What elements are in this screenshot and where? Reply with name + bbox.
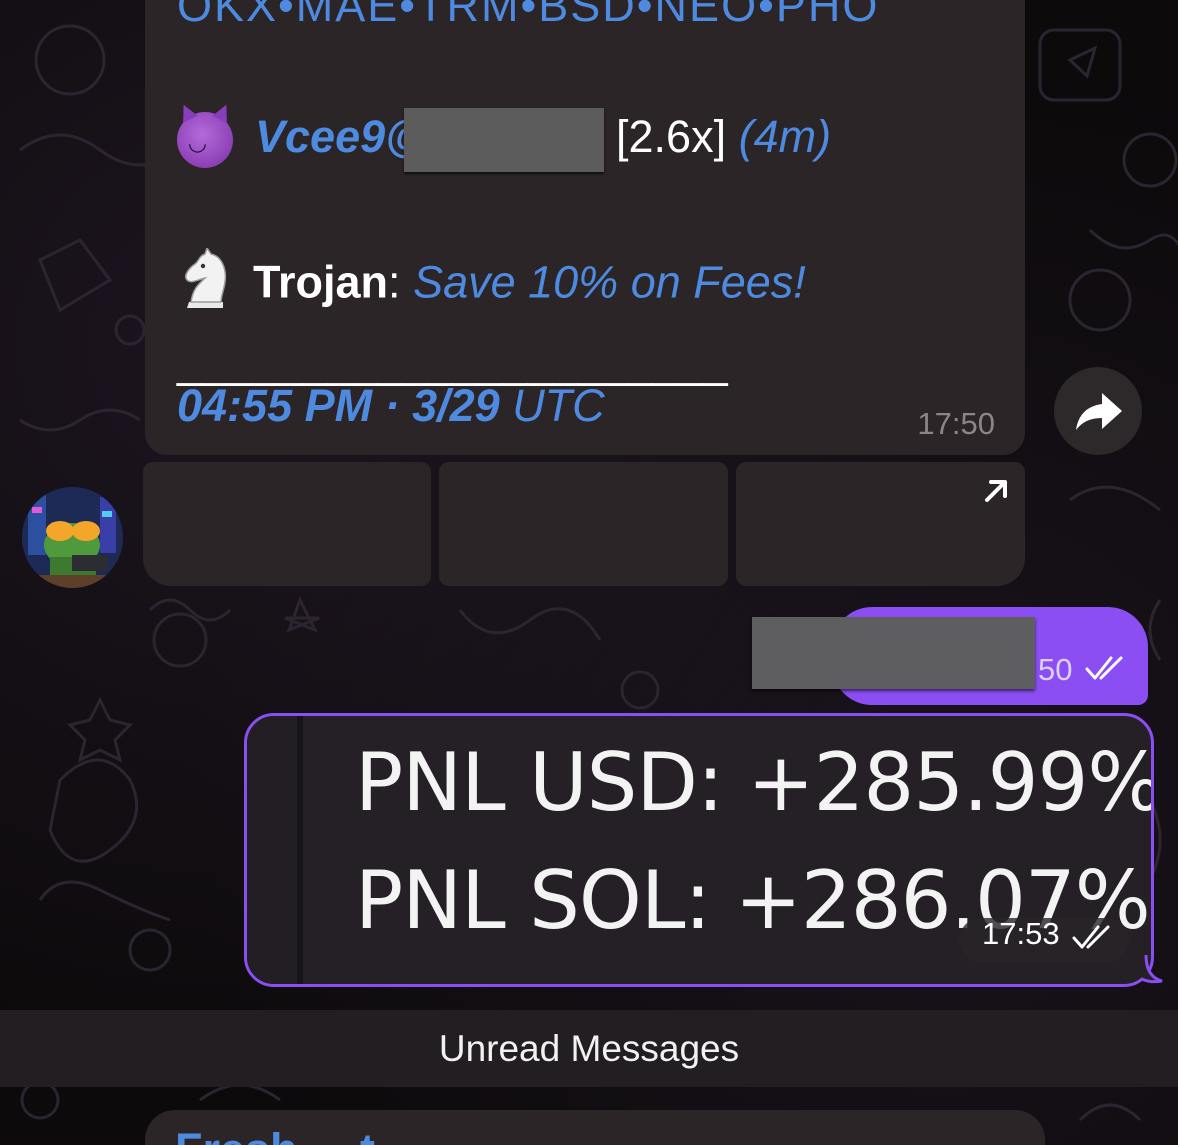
image-message-time: 17:53 [982,916,1060,951]
trojan-promo-link[interactable]: Save 10% on Fees! [413,256,806,307]
sender-avatar[interactable] [22,487,123,588]
unread-messages-divider: Unread Messages [0,1010,1178,1087]
outgoing-message-time: 50 [1038,652,1073,687]
caller-row: ◡Vcee9@[2.6x] (4m) [177,108,831,172]
trojan-label: Trojan [253,256,389,308]
token-list-line: OKX•MAE•TRM•BSD•NEO•PHO [177,0,880,31]
pnl-usd-text: PNL USD: +285.99% [355,736,1154,829]
inline-keyboard-button-3[interactable] [736,462,1025,586]
username-redaction [404,108,605,172]
message-sent-time: 17:50 [917,406,995,441]
knight-chess-icon [177,246,233,323]
chat-screen: OKX•MAE•TRM•BSD•NEO•PHO ◡Vcee9@[2.6x] (4… [0,0,1178,1145]
next-message-text: Fresh ....t [175,1124,375,1145]
age-text: (4m) [738,110,832,162]
next-message-bubble: Fresh ....t [145,1110,1045,1145]
inline-keyboard-button-2[interactable] [439,462,728,586]
double-check-icon [1072,925,1110,949]
devil-emoji-icon: ◡ [177,112,233,168]
bot-message-bubble: OKX•MAE•TRM•BSD•NEO•PHO ◡Vcee9@[2.6x] (4… [145,0,1025,455]
outgoing-message-redaction [752,617,1035,689]
multiplier-text: [2.6x] [616,110,727,162]
image-divider-line [297,716,303,984]
message-utc-timestamp: 04:55 PM · 3/29 UTC [177,380,605,432]
caller-username-link[interactable]: Vcee9 [255,111,385,162]
bubble-tail [1141,955,1163,984]
external-link-arrow-icon [985,480,1007,502]
trojan-colon: : [388,256,401,308]
double-check-icon [1085,656,1123,680]
image-side-panel [247,716,299,984]
unread-messages-label: Unread Messages [438,1028,740,1069]
forward-button[interactable] [1054,367,1142,455]
inline-keyboard-button-1[interactable] [143,462,431,586]
utc-time-date: 04:55 PM · 3/29 [177,380,500,431]
utc-label: UTC [512,380,605,431]
trojan-row: Trojan: Save 10% on Fees! [177,246,806,323]
forward-arrow-icon [1076,393,1122,430]
